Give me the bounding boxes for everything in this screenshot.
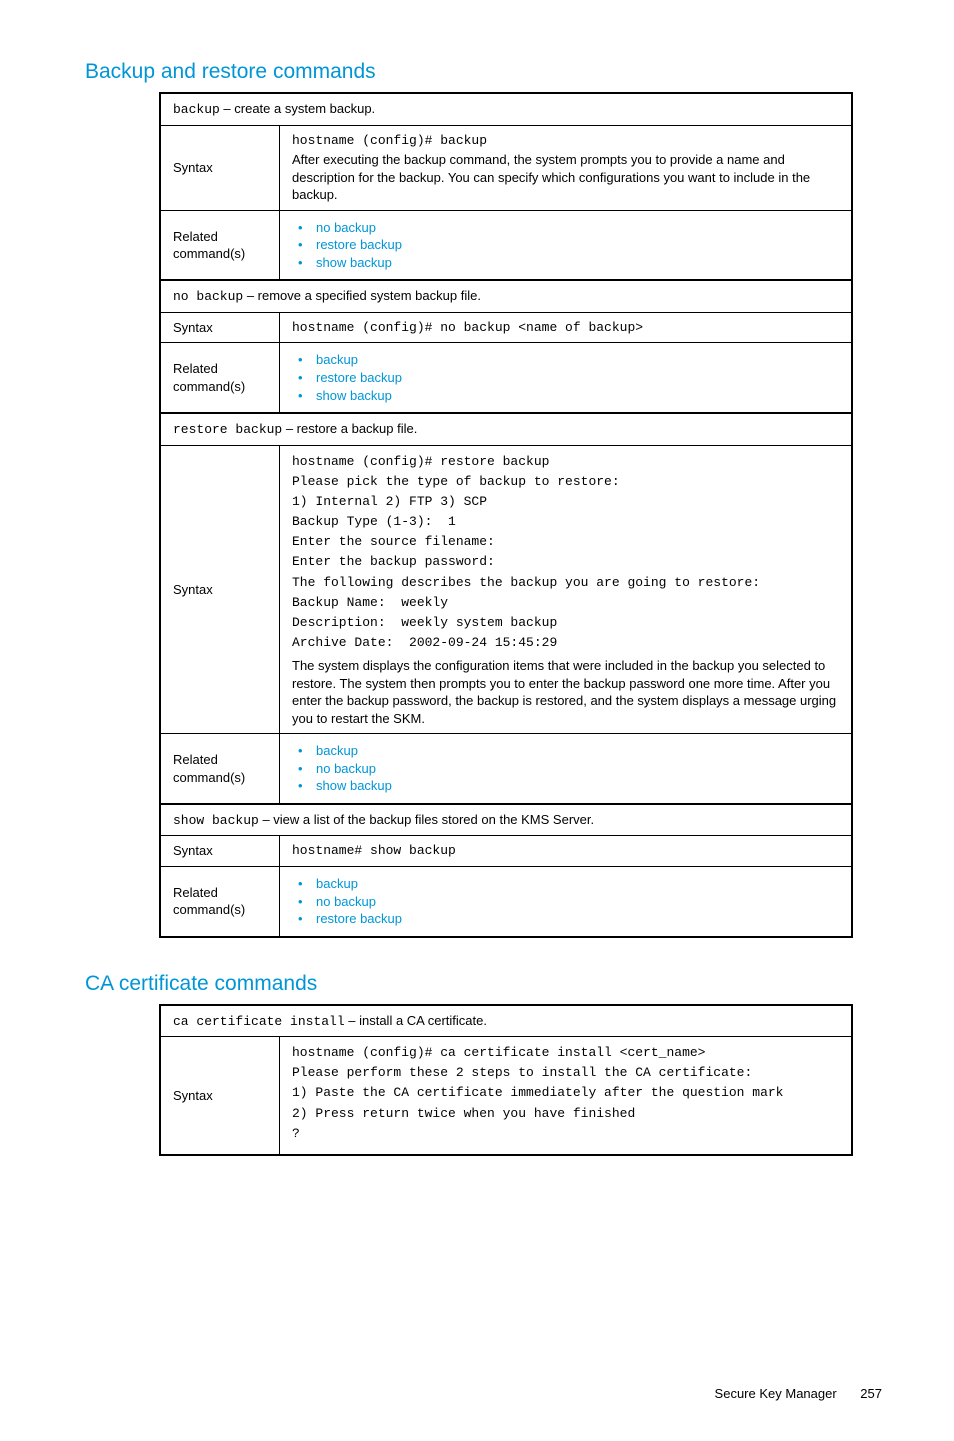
row-label: Syntax (160, 125, 280, 210)
related-link[interactable]: restore backup (316, 911, 402, 926)
related-link-item: backup (316, 351, 841, 369)
related-link-item: backup (316, 875, 841, 893)
related-link[interactable]: no backup (316, 894, 376, 909)
related-link-item: no backup (316, 893, 841, 911)
related-cell: backup restore backup show backup (280, 343, 853, 413)
related-link[interactable]: restore backup (316, 370, 402, 385)
related-cell: backup no backup restore backup (280, 866, 853, 936)
related-link[interactable]: show backup (316, 255, 392, 270)
command-header: no backup – remove a specified system ba… (160, 280, 852, 312)
ca-commands-table: ca certificate install – install a CA ce… (159, 1004, 853, 1156)
row-label: Syntax (160, 445, 280, 734)
syntax-cell: hostname (config)# ca certificate instal… (280, 1037, 853, 1155)
syntax-cell: hostname (config)# restore backup Please… (280, 445, 853, 734)
command-header: show backup – view a list of the backup … (160, 804, 852, 836)
section-heading-backup: Backup and restore commands (85, 60, 882, 84)
section-heading-ca: CA certificate commands (85, 972, 882, 996)
row-label: Related command(s) (160, 343, 280, 413)
related-link[interactable]: backup (316, 352, 358, 367)
related-cell: backup no backup show backup (280, 734, 853, 804)
syntax-cell: hostname# show backup (280, 836, 853, 867)
related-link[interactable]: restore backup (316, 237, 402, 252)
related-link[interactable]: no backup (316, 220, 376, 235)
related-link-item: show backup (316, 777, 841, 795)
row-label: Syntax (160, 1037, 280, 1155)
page-footer: Secure Key Manager 257 (85, 1386, 882, 1401)
footer-text: Secure Key Manager (715, 1386, 837, 1401)
row-label: Related command(s) (160, 734, 280, 804)
related-link-item: restore backup (316, 236, 841, 254)
related-link-item: show backup (316, 387, 841, 405)
related-link-item: show backup (316, 254, 841, 272)
page-number: 257 (860, 1386, 882, 1401)
related-link[interactable]: backup (316, 743, 358, 758)
backup-commands-table: backup – create a system backup.Syntaxho… (159, 92, 853, 938)
related-link-item: restore backup (316, 369, 841, 387)
related-link[interactable]: no backup (316, 761, 376, 776)
related-link[interactable]: backup (316, 876, 358, 891)
related-link-item: no backup (316, 760, 841, 778)
related-link[interactable]: show backup (316, 778, 392, 793)
row-label: Syntax (160, 836, 280, 867)
row-label: Related command(s) (160, 866, 280, 936)
row-label: Related command(s) (160, 210, 280, 280)
syntax-cell: hostname (config)# backupAfter executing… (280, 125, 853, 210)
related-cell: no backup restore backup show backup (280, 210, 853, 280)
related-link-item: restore backup (316, 910, 841, 928)
syntax-cell: hostname (config)# no backup <name of ba… (280, 312, 853, 343)
command-header: ca certificate install – install a CA ce… (160, 1005, 852, 1037)
related-link-item: backup (316, 742, 841, 760)
related-link-item: no backup (316, 219, 841, 237)
command-header: backup – create a system backup. (160, 93, 852, 125)
row-label: Syntax (160, 312, 280, 343)
related-link[interactable]: show backup (316, 388, 392, 403)
command-header: restore backup – restore a backup file. (160, 413, 852, 445)
